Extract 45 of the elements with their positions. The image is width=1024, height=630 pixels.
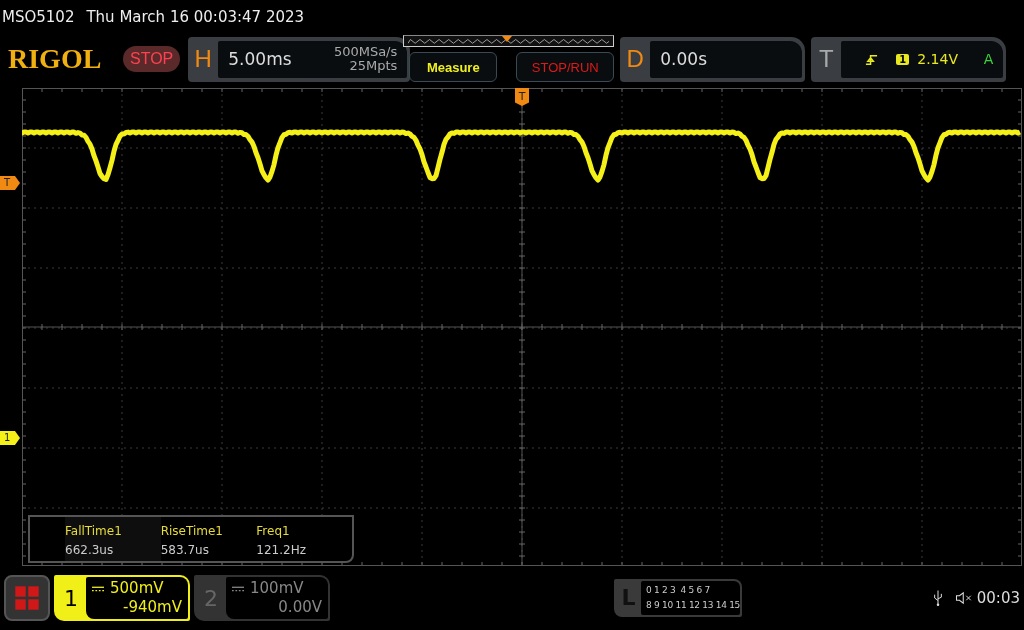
dc-coupling-icon	[92, 584, 104, 593]
trigger-source: 1	[896, 53, 910, 65]
channel-scale: 100mV	[250, 579, 304, 598]
sample-rate: 500MSa/s	[333, 45, 398, 59]
memory-depth: 25Mpts	[349, 59, 398, 73]
delay-value: 0.00s	[660, 49, 707, 69]
horizontal-panel[interactable]: H 5.00ms 500MSa/s 25Mpts	[188, 36, 411, 82]
dc-coupling-icon	[232, 584, 244, 593]
logic-channels-row-text: 0 1 2 3 4 5 6 7	[646, 584, 711, 597]
grid-menu-icon	[14, 585, 40, 611]
horizontal-label: H	[193, 45, 213, 73]
usb-icon	[932, 589, 943, 607]
trigger-label: T	[817, 45, 835, 73]
measurement-value: 121.2Hz	[256, 543, 308, 557]
zigzag-waveform-icon	[408, 38, 610, 44]
delay-label: D	[625, 45, 645, 73]
channel-panel[interactable]: 1 500mV -940mV	[54, 575, 190, 621]
channel-scale: 500mV	[110, 579, 164, 598]
channel-offset: -940mV	[122, 598, 182, 617]
trigger-panel[interactable]: T 1 2.14V A	[811, 36, 1007, 82]
run-status-badge: STOP	[123, 46, 181, 72]
measure-button[interactable]: Measure	[409, 52, 498, 82]
model-name: MSO5102	[2, 7, 75, 26]
trigger-level: 2.14V	[917, 51, 958, 67]
measurement-value: 583.7us	[160, 543, 210, 557]
trigger-mode: A	[983, 51, 994, 67]
measurement-name: Freq1	[256, 524, 291, 538]
muted-speaker-icon	[954, 591, 973, 605]
timebase-value: 5.00ms	[228, 49, 292, 69]
date-time: Thu March 16 00:03:47 2023	[86, 7, 305, 26]
trigger-position-marker[interactable]: T	[515, 88, 529, 106]
rising-edge-icon	[865, 52, 879, 66]
trigger-level-marker[interactable]: T	[0, 176, 20, 190]
delay-panel[interactable]: D 0.00s	[620, 36, 806, 82]
stop-run-button[interactable]: STOP/RUN	[516, 52, 615, 82]
channel-marker[interactable]: 1	[0, 431, 20, 445]
channel-number: 1	[63, 585, 79, 611]
channel-offset: 0.00V	[277, 598, 322, 617]
logic-channels-row-text: 8 9 10 11 12 13 14 15	[646, 599, 740, 612]
menu-button[interactable]	[4, 575, 50, 621]
measurement-name: RiseTime1	[160, 524, 224, 538]
measurement-value: 662.3us	[65, 543, 115, 557]
logo: RIGOL	[8, 43, 103, 75]
measurement-name: FallTime1	[65, 524, 123, 538]
clock-time: 00:03	[976, 589, 1020, 607]
